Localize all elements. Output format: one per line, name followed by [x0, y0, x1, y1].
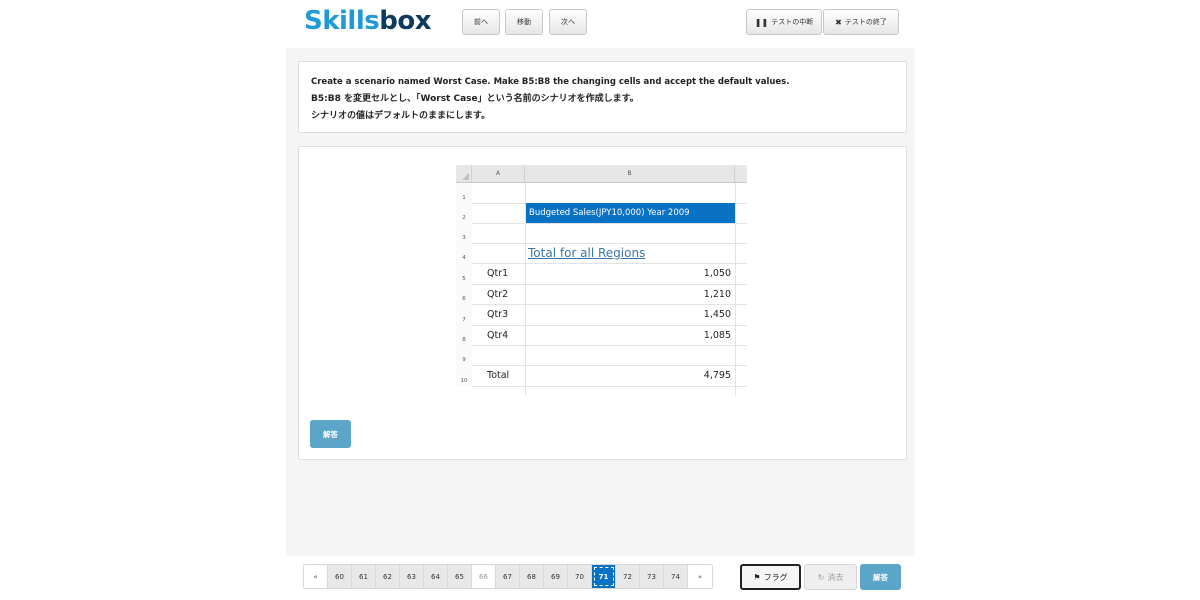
end-test-button[interactable]: ✖ テストの終了 — [823, 9, 899, 35]
row-header-1: 1 — [456, 183, 472, 203]
row-header-5: 5 — [456, 263, 472, 284]
row-header-3: 3 — [456, 223, 472, 243]
page-60[interactable]: 60 — [328, 565, 352, 588]
instruction-english: Create a scenario named Worst Case. Make… — [311, 77, 790, 87]
flag-label: フラグ — [763, 572, 788, 582]
page-66[interactable]: 66 — [472, 565, 496, 588]
row-header-8: 8 — [456, 325, 472, 345]
prev-button[interactable]: 前へ — [462, 9, 500, 35]
move-button[interactable]: 移動 — [505, 9, 543, 35]
flag-button[interactable]: ⚑ フラグ — [740, 564, 801, 590]
row-header-9: 9 — [456, 345, 472, 365]
question-panel: A B 1 2 3 4 5 6 7 8 9 10 Budgeted Sales(… — [298, 146, 907, 460]
qtr3-label-cell: Qtr3 — [487, 309, 509, 320]
total-value-cell: 4,795 — [703, 370, 731, 381]
row-header-2: 2 — [456, 203, 472, 223]
pause-test-button[interactable]: ❚❚ テストの中断 — [746, 9, 822, 35]
pause-icon: ❚❚ — [754, 17, 769, 27]
qtr3-value-cell: 1,450 — [703, 309, 731, 320]
page-71[interactable]: 71 — [592, 565, 616, 588]
qtr4-label-cell: Qtr4 — [487, 329, 509, 341]
erase-label: 消去 — [827, 572, 844, 582]
sheet-banner-cell: Budgeted Sales(JPY10,000) Year 2009 — [526, 203, 735, 223]
grid-line — [472, 223, 747, 224]
instruction-japanese-1: B5:B8 を変更セルとし、「Worst Case」という名前のシナリオを作成し… — [311, 94, 639, 104]
page-62[interactable]: 62 — [376, 565, 400, 588]
page-73[interactable]: 73 — [640, 565, 664, 588]
erase-button[interactable]: ↻ 消去 — [804, 564, 857, 590]
next-button[interactable]: 次へ — [549, 9, 587, 35]
page-61[interactable]: 61 — [352, 565, 376, 588]
panel-answer-button[interactable]: 解答 — [310, 420, 351, 448]
select-all-corner — [456, 165, 472, 183]
qtr2-label-cell: Qtr2 — [487, 288, 509, 300]
sheet-title-cell: Total for all Regions — [528, 246, 646, 260]
app-window: Skillsbox 前へ 移動 次へ ❚❚ テストの中断 ✖ テストの終了 Cr… — [286, 0, 915, 600]
footer-answer-button[interactable]: 解答 — [860, 564, 901, 590]
close-icon: ✖ — [835, 17, 842, 27]
page-69[interactable]: 69 — [544, 565, 568, 588]
header-bar: Skillsbox 前へ 移動 次へ ❚❚ テストの中断 ✖ テストの終了 — [286, 0, 915, 48]
refresh-icon: ↻ — [817, 572, 825, 582]
page-63[interactable]: 63 — [400, 565, 424, 588]
instruction-box: Create a scenario named Worst Case. Make… — [298, 61, 907, 133]
flag-icon: ⚑ — [753, 572, 761, 582]
qtr4-value-cell: 1,085 — [703, 329, 731, 341]
row-header-7: 7 — [456, 304, 472, 325]
pagination: « 60 61 62 63 64 65 66 67 68 69 70 71 72 73 74» — [303, 564, 713, 589]
column-header-c — [735, 165, 747, 183]
grid-line — [472, 345, 747, 346]
grid-line — [735, 183, 736, 396]
footer-bar: « 60 61 62 63 64 65 66 67 68 69 70 71 72 73 74» ⚑ フラグ … — [286, 556, 915, 600]
qtr2-value-cell: 1,210 — [703, 288, 731, 300]
row-header-10: 10 — [456, 365, 472, 386]
grid-line — [472, 386, 747, 387]
end-test-label: テストの終了 — [844, 18, 887, 26]
page-68[interactable]: 68 — [520, 565, 544, 588]
page-74[interactable]: 74 — [664, 565, 688, 588]
column-header-b: B — [525, 165, 735, 183]
row-header-6: 6 — [456, 284, 472, 304]
page-70[interactable]: 70 — [568, 565, 592, 588]
page-67[interactable]: 67 — [496, 565, 520, 588]
qtr1-value-cell: 1,050 — [703, 268, 731, 279]
total-label-cell: Total — [487, 370, 510, 381]
pagination-prev[interactable]: « — [304, 565, 328, 588]
spreadsheet-image: A B 1 2 3 4 5 6 7 8 9 10 Budgeted Sales(… — [456, 165, 747, 396]
instruction-japanese-2: シナリオの値はデフォルトのままにします。 — [311, 111, 491, 121]
row-header-4: 4 — [456, 243, 472, 263]
page-64[interactable]: 64 — [424, 565, 448, 588]
skillsbox-logo: Skillsbox — [304, 6, 431, 36]
page-65[interactable]: 65 — [448, 565, 472, 588]
column-header-a: A — [472, 165, 525, 183]
pause-test-label: テストの中断 — [771, 18, 814, 26]
page-72[interactable]: 72 — [616, 565, 640, 588]
pagination-next[interactable]: » — [688, 565, 712, 588]
qtr1-label-cell: Qtr1 — [487, 268, 509, 279]
